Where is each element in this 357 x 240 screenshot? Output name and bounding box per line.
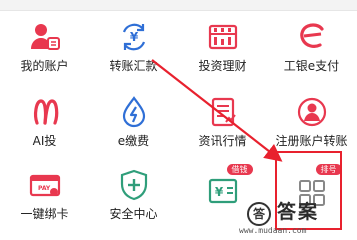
bind-card-icon: PAY [28, 168, 62, 202]
grid-item-label: 投资理财 [198, 59, 247, 73]
grid-item-bind-card[interactable]: PAY 一键绑卡 [0, 162, 89, 224]
abacus-icon [206, 20, 240, 54]
watermark-text: 答案 [277, 201, 320, 223]
grid-item-security-center[interactable]: 安全中心 [89, 162, 178, 224]
grid-item-investment[interactable]: 投资理财 [178, 14, 267, 76]
grid-item-ai-invest[interactable]: AI投 [0, 89, 89, 151]
transfer-yen-icon: ¥ [117, 20, 151, 54]
registered-account-icon [295, 95, 329, 129]
payment-drop-icon [117, 95, 151, 129]
watermark-url: www.mudaan.com [239, 226, 307, 235]
borrow-badge: 借钱 [226, 164, 253, 175]
watermark: 答 答案 www.mudaan.com [233, 198, 357, 238]
grid-item-label: 一键绑卡 [20, 207, 69, 221]
svg-text:¥: ¥ [129, 30, 138, 44]
watermark-logo: 答 [247, 202, 271, 226]
grid-item-label: AI投 [32, 134, 57, 148]
grid-item-label: 工银e支付 [283, 59, 340, 73]
grid-item-label: 转账汇款 [109, 59, 158, 73]
grid-item-label: e缴费 [117, 134, 150, 148]
grid-item-transfer[interactable]: ¥ 转账汇款 [89, 14, 178, 76]
account-user-icon [28, 20, 62, 54]
e-pay-icon [295, 20, 329, 54]
grid-item-label: 注册账户转账 [275, 134, 348, 148]
top-divider-bar [0, 0, 357, 11]
grid-item-registered-transfer[interactable]: 注册账户转账 [267, 89, 356, 151]
grid-item-label: 安全中心 [109, 207, 158, 221]
grid-item-news-market[interactable]: 资讯行情 [178, 89, 267, 151]
grid-item-e-payment[interactable]: e缴费 [89, 89, 178, 151]
news-document-icon [206, 95, 240, 129]
security-shield-icon [117, 168, 151, 202]
grid-item-label: 资讯行情 [198, 134, 247, 148]
svg-text:PAY: PAY [38, 185, 51, 192]
grid-item-e-pay[interactable]: 工银e支付 [267, 14, 356, 76]
grid-item-my-account[interactable]: 我的账户 [0, 14, 89, 76]
grid-item-label: 我的账户 [20, 59, 69, 73]
svg-text:¥: ¥ [214, 185, 223, 199]
ai-invest-icon [28, 95, 62, 129]
